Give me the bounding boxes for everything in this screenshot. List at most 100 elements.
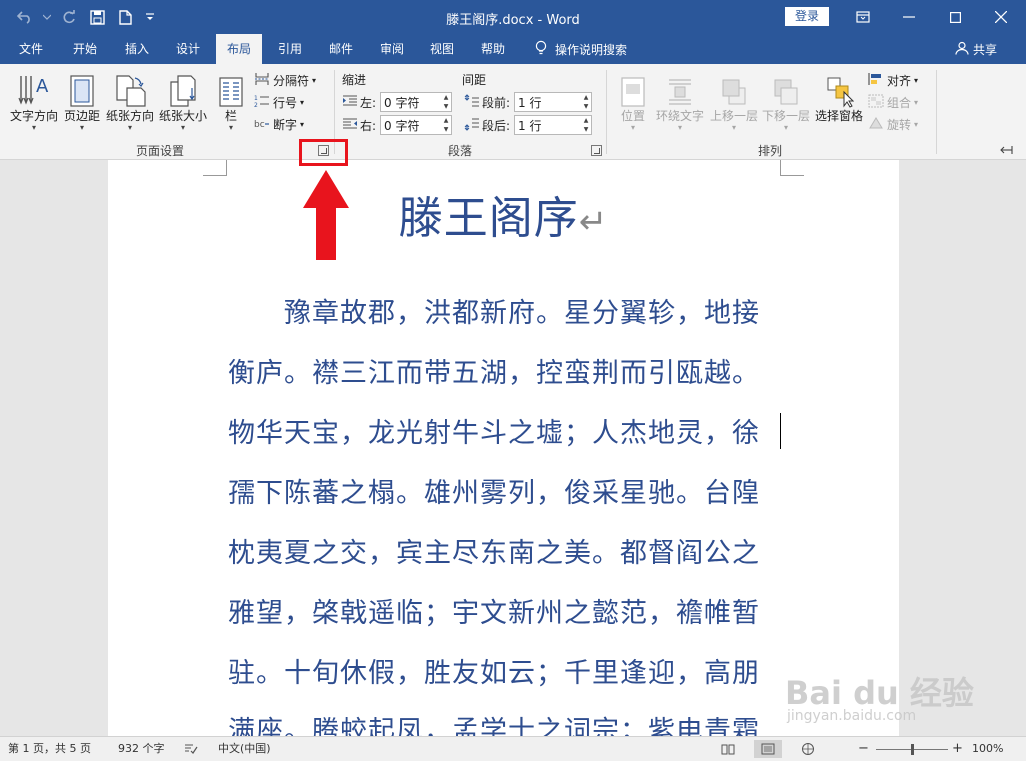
zoom-in-button[interactable]: + bbox=[952, 737, 963, 761]
chevron-down-icon: ▾ bbox=[127, 123, 132, 132]
tab-references[interactable]: 引用 bbox=[267, 34, 313, 64]
login-button[interactable]: 登录 bbox=[785, 7, 829, 26]
tab-file[interactable]: 文件 bbox=[8, 34, 54, 64]
columns-button[interactable]: 栏 ▾ bbox=[214, 68, 248, 133]
tab-design[interactable]: 设计 bbox=[165, 34, 211, 64]
body-line[interactable]: 满座。腾蛟起凤，孟学士之词宗；紫电青霜 bbox=[228, 709, 760, 736]
hyphenation-icon: bc bbox=[254, 116, 270, 133]
spinner-icon[interactable]: ▲ ▼ bbox=[581, 93, 591, 111]
indent-right-input[interactable]: 0 字符 ▲ ▼ bbox=[380, 115, 452, 135]
paragraph-dialog-launcher-icon[interactable] bbox=[591, 145, 602, 156]
crop-mark bbox=[203, 160, 227, 176]
group-button[interactable]: 组合 ▾ bbox=[868, 92, 918, 112]
zoom-level[interactable]: 100% bbox=[972, 737, 1003, 761]
rotate-icon bbox=[868, 116, 884, 133]
tab-review[interactable]: 审阅 bbox=[369, 34, 415, 64]
line-numbers-button[interactable]: 12 行号 ▾ bbox=[254, 92, 304, 112]
wrap-text-button[interactable]: 环绕文字 ▾ bbox=[654, 68, 706, 133]
zoom-out-button[interactable]: − bbox=[858, 737, 869, 761]
person-icon bbox=[955, 41, 969, 58]
margins-button[interactable]: 页边距 ▾ bbox=[62, 68, 102, 133]
chevron-down-icon: ▾ bbox=[630, 123, 635, 132]
orientation-button[interactable]: 纸张方向 ▾ bbox=[104, 68, 156, 133]
align-icon bbox=[868, 72, 884, 89]
spacing-before-icon bbox=[464, 93, 480, 111]
group-icon bbox=[868, 94, 884, 111]
position-button[interactable]: 位置 ▾ bbox=[614, 68, 652, 133]
indent-right-icon bbox=[342, 118, 358, 133]
tab-insert[interactable]: 插入 bbox=[114, 34, 160, 64]
body-line[interactable]: 物华天宝，龙光射牛斗之墟；人杰地灵，徐 bbox=[228, 411, 760, 450]
ribbon-display-options-icon[interactable] bbox=[840, 0, 886, 34]
language[interactable]: 中文(中国) bbox=[218, 737, 271, 761]
selection-pane-button[interactable]: 选择窗格 bbox=[813, 68, 865, 123]
paper-size-icon bbox=[157, 68, 209, 108]
vertical-scrollbar[interactable] bbox=[1011, 160, 1026, 736]
body-line[interactable]: 孺下陈蕃之榻。雄州雾列，俊采星驰。台隍 bbox=[228, 471, 760, 510]
body-line[interactable]: 驻。十旬休假，胜友如云；千里逢迎，高朋 bbox=[228, 651, 760, 690]
document-canvas[interactable]: 滕王阁序↵ 豫章故郡，洪都新府。星分翼轸，地接 衡庐。襟三江而带五湖，控蛮荆而引… bbox=[0, 160, 1026, 736]
body-line[interactable]: 枕夷夏之交，宾主尽东南之美。都督阎公之 bbox=[228, 531, 760, 570]
read-mode-icon[interactable] bbox=[714, 740, 742, 758]
breaks-button[interactable]: 分隔符 ▾ bbox=[254, 70, 316, 90]
web-layout-icon[interactable] bbox=[794, 740, 822, 758]
minimize-icon[interactable] bbox=[886, 0, 932, 34]
page-count[interactable]: 第 1 页，共 5 页 bbox=[8, 737, 91, 761]
proofing-icon[interactable] bbox=[184, 737, 198, 761]
bring-forward-button[interactable]: 上移一层 ▾ bbox=[708, 68, 760, 133]
group-divider bbox=[606, 70, 607, 154]
chevron-down-icon: ▾ bbox=[228, 123, 233, 132]
document-heading[interactable]: 滕王阁序↵ bbox=[108, 182, 899, 246]
indent-left-field[interactable]: 左: 0 字符 ▲ ▼ bbox=[342, 92, 452, 112]
indent-right-field[interactable]: 右: 0 字符 ▲ ▼ bbox=[342, 115, 452, 135]
zoom-slider-thumb[interactable] bbox=[911, 744, 914, 755]
indent-left-input[interactable]: 0 字符 ▲ ▼ bbox=[380, 92, 452, 112]
size-button[interactable]: 纸张大小 ▾ bbox=[157, 68, 209, 133]
word-count[interactable]: 932 个字 bbox=[118, 737, 165, 761]
spacing-title: 间距 bbox=[462, 72, 487, 87]
chevron-down-icon: ▾ bbox=[180, 123, 185, 132]
annotation-arrow-icon bbox=[302, 170, 350, 260]
orientation-icon bbox=[104, 68, 156, 108]
document-page[interactable]: 滕王阁序↵ 豫章故郡，洪都新府。星分翼轸，地接 衡庐。襟三江而带五湖，控蛮荆而引… bbox=[108, 160, 899, 736]
lightbulb-icon bbox=[535, 40, 547, 59]
text-direction-button[interactable]: A 文字方向 ▾ bbox=[8, 68, 60, 133]
collapse-ribbon-icon[interactable] bbox=[1000, 144, 1020, 156]
tab-help[interactable]: 帮助 bbox=[470, 34, 516, 64]
chevron-down-icon: ▾ bbox=[914, 119, 919, 129]
tell-me-search[interactable]: 操作说明搜索 bbox=[535, 34, 627, 64]
body-line[interactable]: 衡庐。襟三江而带五湖，控蛮荆而引瓯越。 bbox=[228, 351, 760, 390]
print-layout-icon[interactable] bbox=[754, 740, 782, 758]
text-direction-icon: A bbox=[8, 68, 60, 108]
svg-text:1: 1 bbox=[254, 95, 258, 102]
tab-mailings[interactable]: 邮件 bbox=[318, 34, 364, 64]
hyphenation-button[interactable]: bc 断字 ▾ bbox=[254, 114, 304, 134]
chevron-down-icon: ▾ bbox=[914, 75, 919, 85]
share-button[interactable]: 共享 bbox=[955, 34, 997, 64]
tab-layout[interactable]: 布局 bbox=[216, 34, 262, 64]
svg-text:bc: bc bbox=[254, 120, 265, 130]
tab-home[interactable]: 开始 bbox=[62, 34, 108, 64]
spinner-icon[interactable]: ▲ ▼ bbox=[581, 116, 591, 134]
body-line[interactable]: 雅望，棨戟遥临；宇文新州之懿范，襜帷暂 bbox=[228, 591, 760, 630]
rotate-button[interactable]: 旋转 ▾ bbox=[868, 114, 918, 134]
watermark-sub: jingyan.baidu.com bbox=[787, 708, 917, 724]
selection-pane-icon bbox=[813, 68, 865, 108]
send-backward-button[interactable]: 下移一层 ▾ bbox=[760, 68, 812, 133]
spacing-before-input[interactable]: 1 行 ▲ ▼ bbox=[514, 92, 592, 112]
maximize-icon[interactable] bbox=[932, 0, 978, 34]
spinner-icon[interactable]: ▲ ▼ bbox=[441, 116, 451, 134]
spacing-after-input[interactable]: 1 行 ▲ ▼ bbox=[514, 115, 592, 135]
spacing-before-field[interactable]: 段前: 1 行 ▲ ▼ bbox=[464, 92, 592, 112]
spinner-icon[interactable]: ▲ ▼ bbox=[441, 93, 451, 111]
body-line[interactable]: 豫章故郡，洪都新府。星分翼轸，地接 bbox=[228, 291, 760, 330]
tab-view[interactable]: 视图 bbox=[419, 34, 465, 64]
indent-left-icon bbox=[342, 95, 358, 110]
align-button[interactable]: 对齐 ▾ bbox=[868, 70, 918, 90]
crop-mark bbox=[780, 160, 804, 176]
chevron-down-icon: ▾ bbox=[300, 119, 305, 129]
spacing-after-field[interactable]: 段后: 1 行 ▲ ▼ bbox=[464, 115, 592, 135]
chevron-down-icon: ▾ bbox=[300, 97, 305, 107]
indent-title: 缩进 bbox=[342, 72, 367, 87]
close-icon[interactable] bbox=[978, 0, 1024, 34]
